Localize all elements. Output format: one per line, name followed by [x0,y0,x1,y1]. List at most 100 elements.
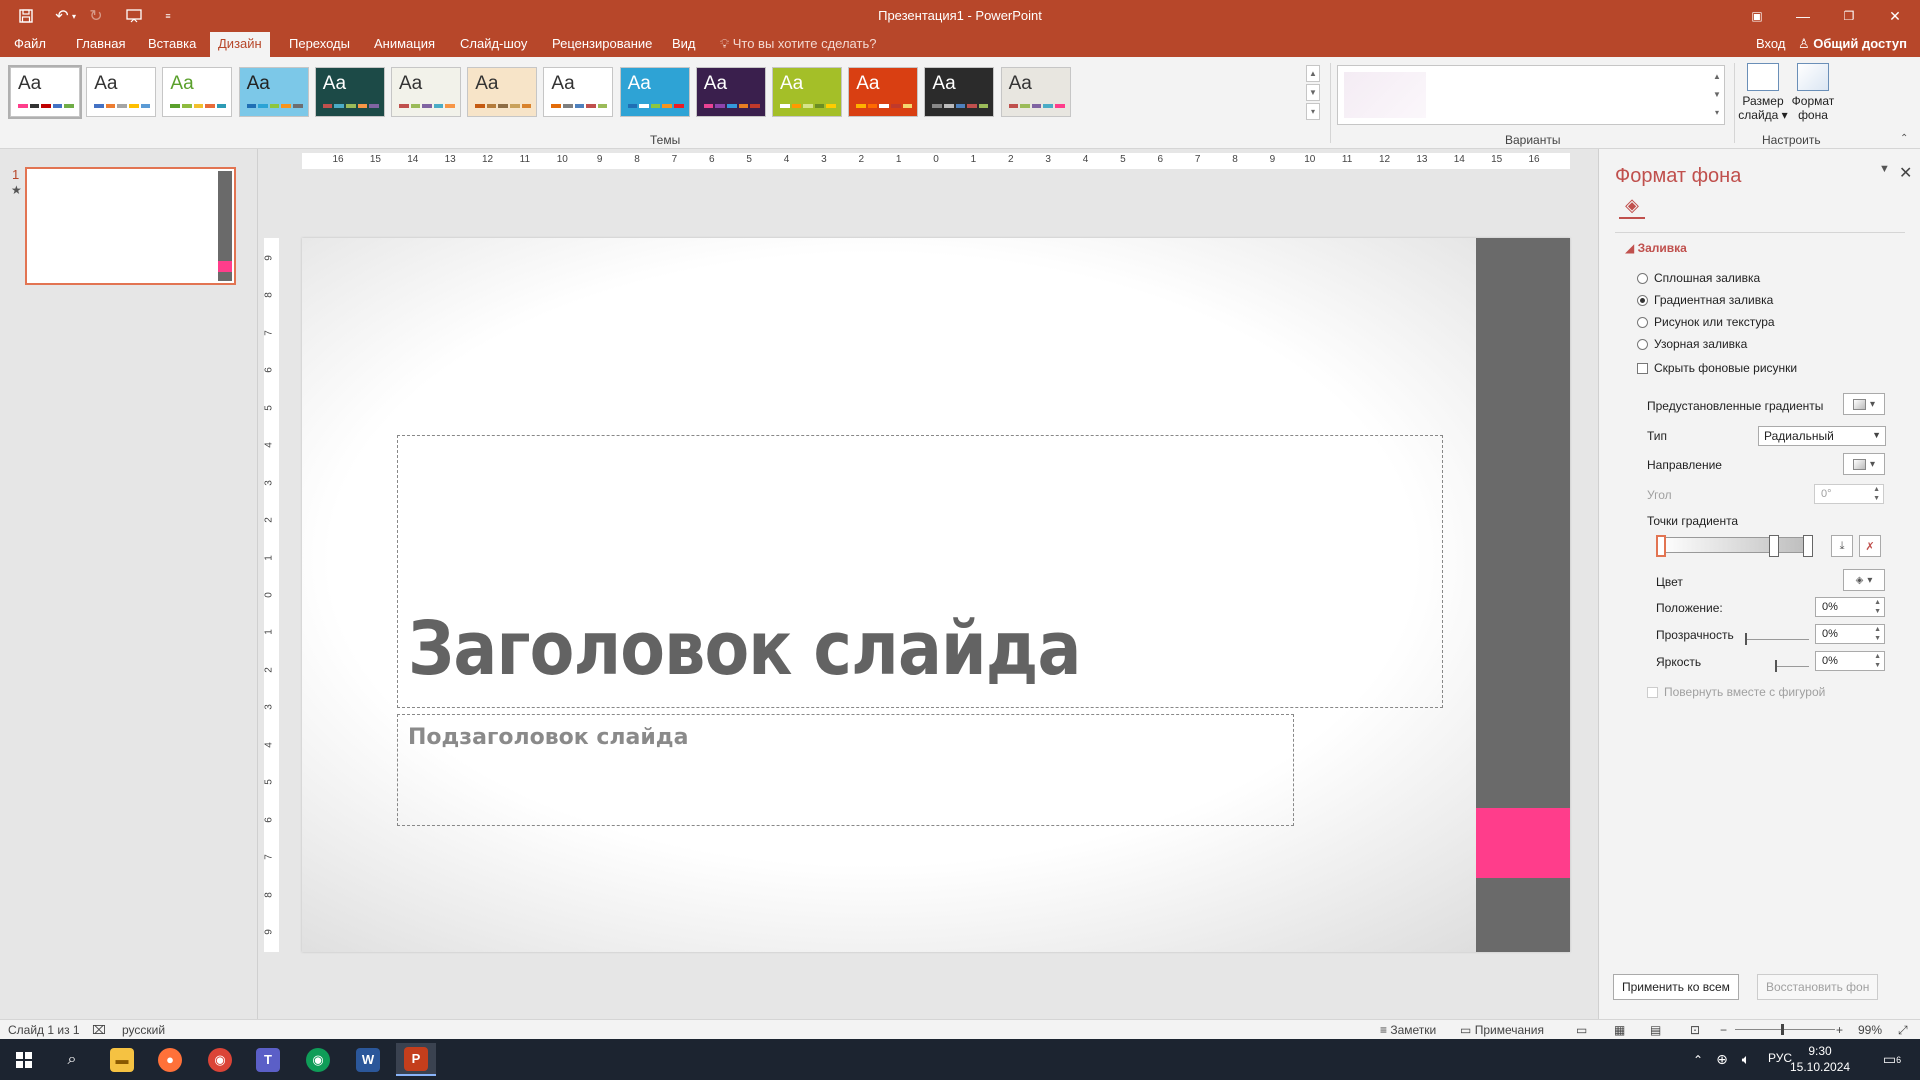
gradient-stop[interactable] [1769,535,1779,557]
theme-thumbnail[interactable]: Aa [848,67,919,117]
spin-arrows-icon[interactable]: ▲ ▼ [1874,625,1881,643]
ribbon-display-options-icon[interactable]: ▣ [1734,0,1780,32]
slide-title[interactable]: Заголовок слайда [408,606,1081,692]
horizontal-ruler[interactable]: 16 15 14 13 12 11 10 9 8 7 6 5 4 3 2 1 0 1 2 3 4 5 6 7 8 9 10 11 12 1… [302,153,1570,169]
title-placeholder[interactable]: Заголовок слайда [397,435,1443,708]
vertical-ruler[interactable]: 9 8 7 6 5 4 3 2 1 0 1 2 3 4 5 6 7 8 9 [263,238,279,952]
tab-transitions[interactable]: Переходы [281,32,358,57]
language-status[interactable]: русский [122,1023,165,1037]
search-icon[interactable]: ⌕ [52,1043,92,1076]
gradient-stop[interactable] [1803,535,1813,557]
picture-fill-option[interactable]: Рисунок или текстура [1637,315,1775,329]
tab-file[interactable]: Файл [6,32,54,57]
transparency-slider[interactable] [1745,639,1809,640]
restore-icon[interactable]: ❐ [1826,0,1872,32]
format-background-button[interactable]: Формат фона [1788,63,1838,122]
slide-size-button[interactable]: Размер слайда ▾ [1738,63,1788,122]
radio-button[interactable] [1637,338,1648,350]
theme-thumbnail[interactable]: Aa [695,67,766,117]
notes-button[interactable]: ≡ Заметки [1380,1023,1436,1037]
hide-background-graphics[interactable]: Скрыть фоновые рисунки [1637,361,1797,375]
gradient-stop-selected[interactable] [1656,535,1666,557]
tab-home[interactable]: Главная [68,32,133,57]
fill-bucket-icon[interactable]: ◈ [1619,193,1645,219]
fit-slide-icon[interactable]: ⤢ [1898,1023,1908,1038]
chrome-icon[interactable]: ◉ [200,1043,240,1076]
tab-slideshow[interactable]: Слайд-шоу [452,32,535,57]
zoom-slider[interactable] [1735,1029,1835,1030]
tab-insert[interactable]: Вставка [140,32,204,57]
slide-canvas[interactable]: Заголовок слайда Подзаголовок слайда [302,238,1570,952]
direction-dropdown[interactable]: ▾ [1843,453,1885,475]
slideshow-view-icon[interactable]: ⊡ [1690,1023,1700,1037]
theme-thumbnail[interactable]: Aa [238,67,309,117]
gallery-more-icon[interactable]: ▾ [1306,103,1320,120]
radio-button-selected[interactable] [1637,294,1648,306]
gradient-stops-bar[interactable] [1659,537,1809,553]
sign-in-link[interactable]: Вход [1756,32,1785,56]
reading-view-icon[interactable]: ▤ [1650,1023,1661,1037]
gradient-fill-option[interactable]: Градиентная заливка [1637,293,1773,307]
transparency-input[interactable]: 0% ▲ ▼ [1815,624,1885,644]
spell-check-icon[interactable]: ⌧ [92,1023,106,1037]
checkbox[interactable] [1637,362,1648,374]
gradient-type-select[interactable]: Радиальный ▼ [1758,426,1886,446]
theme-thumbnail[interactable]: Aa [772,67,842,117]
slide-thumbnail[interactable] [25,167,236,285]
variants-more-icon[interactable]: ▾ [1710,104,1724,121]
theme-thumbnail[interactable]: Aa [543,67,614,117]
tray-overflow-icon[interactable]: ⌃ [1686,1043,1710,1076]
zoom-out-icon[interactable]: − [1720,1023,1727,1037]
theme-thumbnail[interactable]: Aa [86,67,157,117]
zoom-in-icon[interactable]: + [1836,1023,1843,1037]
spin-arrows-icon[interactable]: ▲ ▼ [1874,598,1881,616]
subtitle-placeholder[interactable]: Подзаголовок слайда [397,714,1294,826]
tab-review[interactable]: Рецензирование [544,32,660,57]
normal-view-icon[interactable]: ▭ [1576,1023,1587,1037]
zoom-slider-thumb[interactable] [1781,1024,1784,1035]
brightness-input[interactable]: 0% ▲ ▼ [1815,651,1885,671]
comments-button[interactable]: ▭ Примечания [1460,1023,1544,1037]
network-icon[interactable]: ⊕ [1710,1043,1734,1076]
slide-subtitle[interactable]: Подзаголовок слайда [408,725,688,750]
gallery-scroll-up-icon[interactable]: ▲ [1306,65,1320,82]
add-gradient-stop-icon[interactable]: ⤓ [1831,535,1853,557]
close-icon[interactable]: ✕ [1872,0,1918,32]
volume-icon[interactable]: 🔈︎ [1734,1043,1758,1076]
file-explorer-icon[interactable]: ▬ [102,1043,142,1076]
transparency-slider-thumb[interactable] [1745,633,1747,645]
theme-thumbnail[interactable]: Aa [8,65,82,119]
brightness-slider-thumb[interactable] [1775,660,1777,672]
variant-thumbnail[interactable] [1344,72,1426,118]
remove-gradient-stop-icon[interactable]: ✗ [1859,535,1881,557]
gallery-scroll-down-icon[interactable]: ▼ [1306,84,1320,101]
pattern-fill-option[interactable]: Узорная заливка [1637,337,1747,351]
tab-view[interactable]: Вид [664,32,704,57]
powerpoint-icon[interactable]: P [396,1043,436,1076]
theme-thumbnail[interactable]: Aa [391,67,461,117]
spin-arrows-icon[interactable]: ▲ ▼ [1874,652,1881,670]
apply-to-all-button[interactable]: Применить ко всем [1613,974,1739,1000]
variants-scroll-up-icon[interactable]: ▲ [1710,68,1724,85]
theme-thumbnail[interactable]: Aa [162,67,233,117]
position-input[interactable]: 0% ▲ ▼ [1815,597,1885,617]
pane-close-icon[interactable]: ✕ [1899,163,1912,183]
tab-animations[interactable]: Анимация [366,32,443,57]
pane-options-icon[interactable]: ▼ [1879,163,1890,175]
color-picker-dropdown[interactable]: ◈ ▾ [1843,569,1885,591]
windows-start-icon[interactable] [4,1043,44,1076]
radio-button[interactable] [1637,316,1648,328]
chrome-icon[interactable]: ◉ [298,1043,338,1076]
word-icon[interactable]: W [348,1043,388,1076]
input-language[interactable]: РУС [1768,1051,1792,1065]
theme-thumbnail[interactable]: Aa [619,67,690,117]
theme-thumbnail[interactable]: Aa [314,67,385,117]
slide-sorter-icon[interactable]: ▦ [1614,1023,1625,1037]
firefox-icon[interactable]: ● [150,1043,190,1076]
theme-thumbnail[interactable]: Aa [1000,67,1071,117]
notification-center-icon[interactable]: ▭ 6 [1872,1043,1912,1076]
tab-design[interactable]: Дизайн [210,32,270,57]
variants-scroll-down-icon[interactable]: ▼ [1710,86,1724,103]
fill-section-header[interactable]: ◢ Заливка [1625,241,1687,255]
brightness-slider[interactable] [1775,666,1809,667]
